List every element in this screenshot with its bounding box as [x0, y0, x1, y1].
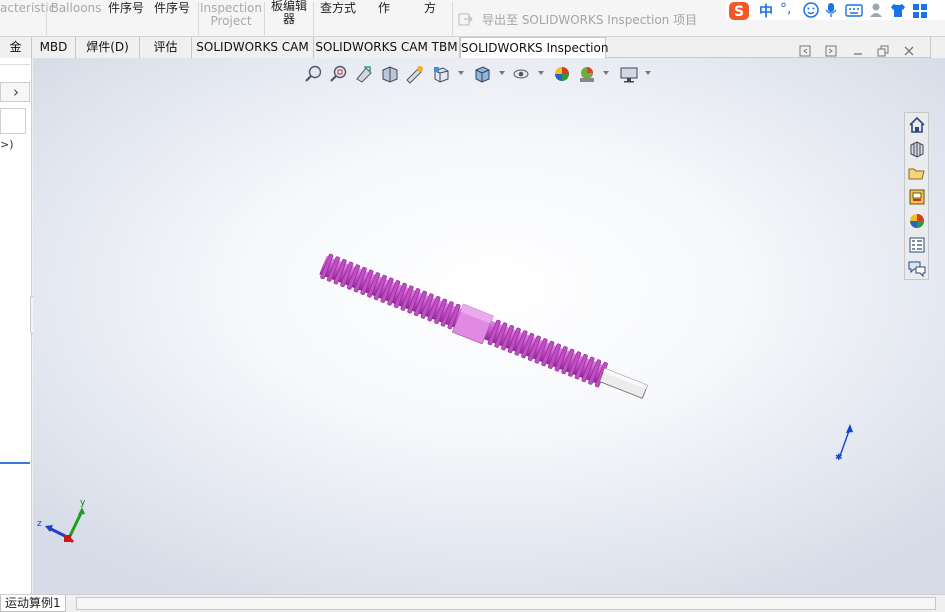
minimize-icon[interactable] — [851, 44, 865, 58]
ribbon-operation-button[interactable]: 作 — [368, 0, 400, 37]
export-label: 导出至 SOLIDWORKS Inspection 项目 — [482, 13, 698, 27]
file-explorer-icon[interactable] — [908, 164, 926, 182]
ribbon-label-line2: 器 — [282, 12, 295, 26]
dropdown-arrow-icon[interactable] — [603, 71, 609, 75]
panel-tab-strip[interactable]: › — [0, 82, 30, 102]
custom-properties-icon[interactable] — [908, 236, 926, 254]
filter-box[interactable] — [0, 108, 26, 134]
apply-scene-icon[interactable] — [577, 64, 597, 84]
edit-appearance-icon[interactable] — [552, 64, 572, 84]
status-bar: 运动算例1 — [0, 594, 945, 612]
ribbon-separator — [452, 2, 453, 35]
ribbon-inspection-project-button[interactable]: Inspection Project — [200, 0, 262, 37]
triad-z-label: z — [37, 519, 42, 529]
tree-item-fragment[interactable]: >) — [0, 138, 14, 151]
view-palette-icon[interactable] — [908, 188, 926, 206]
appearances-icon[interactable] — [908, 212, 926, 230]
tab-weldments[interactable]: 焊件(D) — [76, 37, 140, 58]
tab-solidworks-cam-tbm[interactable]: SOLIDWORKS CAM TBM — [314, 37, 460, 58]
ribbon-template-editor-button[interactable]: 板编辑 器 — [266, 0, 312, 37]
tile-right-icon[interactable] — [824, 44, 838, 58]
ribbon-inspection-method-button[interactable]: 查方式 — [316, 0, 360, 37]
ribbon-label: 查方式 — [319, 1, 356, 15]
ribbon-label: 作 — [377, 1, 390, 15]
keyboard-icon[interactable] — [845, 1, 863, 19]
ribbon-label-line2: Project — [210, 14, 252, 28]
svg-text:✱: ✱ — [835, 453, 843, 463]
grid-icon[interactable] — [912, 1, 928, 19]
user-icon[interactable] — [869, 1, 885, 19]
zoom-to-area-icon[interactable] — [329, 64, 349, 84]
light-arrow: ✱ — [835, 424, 853, 463]
ribbon-part-number-button-2[interactable]: 件序号 — [150, 0, 194, 37]
panel-splitter[interactable] — [0, 462, 30, 464]
ime-mode-toggle[interactable]: 中 — [759, 1, 775, 20]
svg-text:S: S — [734, 4, 744, 20]
tab-solidworks-inspection[interactable]: SOLIDWORKS Inspection — [460, 37, 608, 59]
expand-arrow-icon[interactable]: › — [13, 83, 19, 101]
forum-icon[interactable] — [908, 260, 926, 278]
export-icon — [458, 11, 474, 27]
export-to-inspection-project-button[interactable]: 导出至 SOLIDWORKS Inspection 项目 — [458, 11, 697, 29]
zoom-to-fit-icon[interactable] — [304, 64, 324, 84]
design-library-icon[interactable] — [908, 140, 926, 158]
restore-icon[interactable] — [876, 44, 890, 58]
feature-manager-panel: › >) — [0, 58, 32, 594]
motion-study-tab[interactable]: 运动算例1 — [0, 595, 66, 612]
ribbon-separator — [313, 2, 314, 35]
previous-view-icon[interactable] — [354, 64, 374, 84]
hide-show-icon[interactable] — [511, 64, 531, 84]
ribbon-separator — [264, 2, 265, 35]
home-icon[interactable] — [908, 116, 926, 134]
tab-sheet-metal[interactable]: 金 — [0, 37, 32, 58]
display-style-icon[interactable] — [472, 64, 492, 84]
tab-evaluate[interactable]: 评估 — [140, 37, 192, 58]
ribbon-part-number-button[interactable]: 件序号 — [104, 0, 148, 37]
view-settings-icon[interactable] — [619, 64, 639, 84]
ime-toolbar: S 中 °, — [726, 0, 945, 20]
ribbon-balloons-button[interactable]: Balloons — [50, 0, 102, 37]
status-bar-field — [76, 597, 936, 610]
dropdown-arrow-icon[interactable] — [499, 71, 505, 75]
tab-overflow[interactable] — [930, 37, 945, 58]
screw-model[interactable] — [318, 251, 651, 406]
tile-left-icon[interactable] — [798, 44, 812, 58]
panel-divider — [0, 64, 30, 65]
view-orientation-icon[interactable] — [431, 64, 451, 84]
ribbon-characteristic-button[interactable]: acteristic — [0, 0, 55, 37]
dropdown-arrow-icon[interactable] — [538, 71, 544, 75]
dropdown-arrow-icon[interactable] — [458, 71, 464, 75]
smiley-icon[interactable] — [803, 1, 819, 19]
tab-solidworks-cam[interactable]: SOLIDWORKS CAM — [192, 37, 314, 58]
task-pane-tabs — [904, 112, 929, 280]
ribbon-label: Balloons — [50, 1, 102, 15]
reference-triad — [45, 507, 85, 544]
triad-y-label: y — [80, 498, 86, 508]
section-view-icon[interactable] — [380, 64, 400, 84]
dynamic-annotation-icon[interactable] — [405, 64, 425, 84]
shirt-icon[interactable] — [890, 1, 906, 19]
ime-punct-toggle[interactable]: °, — [780, 1, 796, 19]
sogou-s-icon[interactable]: S — [728, 1, 752, 20]
close-icon[interactable] — [902, 44, 916, 58]
model-view: ✱ — [45, 251, 853, 544]
ribbon-label: 件序号 — [107, 1, 144, 15]
ribbon-label: 方 — [423, 1, 436, 15]
tab-mbd[interactable]: MBD — [32, 37, 76, 58]
dropdown-arrow-icon[interactable] — [645, 71, 651, 75]
ribbon-separator — [46, 2, 47, 35]
ribbon-separator — [198, 2, 199, 35]
solidworks-window: acteristic Balloons 件序号 件序号 Inspection P… — [0, 0, 945, 612]
graphics-area[interactable]: ✱ y z — [33, 58, 945, 594]
microphone-icon[interactable] — [824, 1, 838, 19]
ribbon-label: 件序号 — [153, 1, 190, 15]
ribbon-method-button[interactable]: 方 — [414, 0, 446, 37]
